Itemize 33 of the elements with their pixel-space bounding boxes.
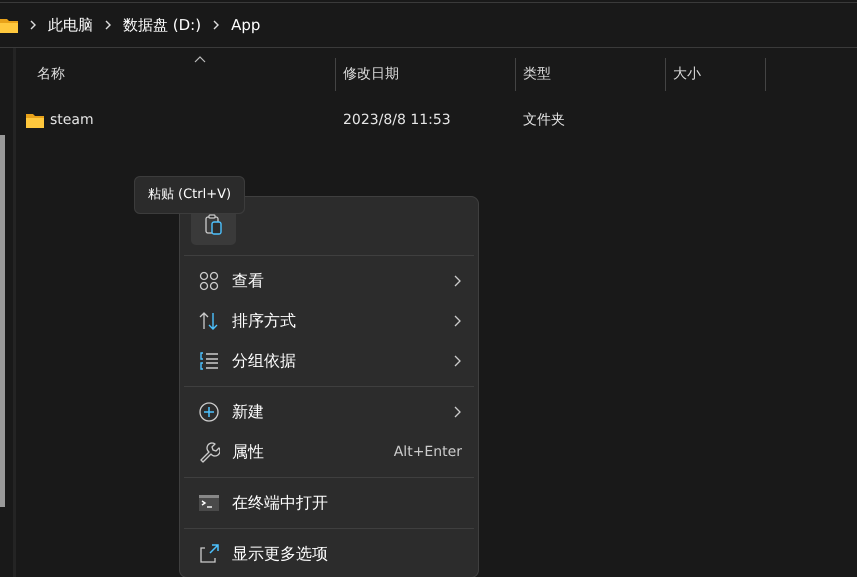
chevron-icon [28,20,38,30]
chevron-icon [211,20,222,30]
column-header[interactable]: 名称 [16,58,336,91]
shortcut-text: Alt+Enter [394,442,462,462]
menu-item[interactable]: 显示更多选项 [184,534,474,574]
breadcrumb-item[interactable]: 数据盘 (D:) [123,14,202,36]
column-header[interactable]: 修改日期 [336,58,516,91]
table-cell-text: 文件夹 [522,110,566,130]
plus-circle-icon [198,401,220,423]
tooltip: 粘贴 (Ctrl+V) [134,176,245,214]
menu-item[interactable]: 属性 Alt+Enter [184,432,474,472]
menu-item[interactable]: 新建 [184,392,474,432]
grid-icon [198,270,220,292]
table-cell-text: 2023/8/8 11:53 [342,110,452,130]
expand-icon [198,543,220,565]
menu-item[interactable]: 在终端中打开 [184,483,474,523]
breadcrumb-item[interactable]: 此电脑 [48,14,93,36]
group-list-icon [198,350,220,372]
clipboard-icon [204,214,222,234]
sort-arrows-icon [198,310,220,332]
scrollbar-thumb[interactable] [0,135,5,507]
breadcrumb-item[interactable]: App [231,14,260,36]
folder-icon [0,17,18,33]
terminal-icon [198,492,220,514]
wrench-icon [198,441,220,463]
column-header[interactable]: 大小 [666,58,766,91]
file-name[interactable]: steam [50,110,94,130]
menu-item[interactable]: 分组依据 [184,341,474,381]
column-header[interactable]: 类型 [516,58,666,91]
menu-item[interactable]: 查看 [184,261,474,301]
chevron-icon [103,20,113,30]
menu-item[interactable]: 排序方式 [184,301,474,341]
folder-icon [26,112,44,128]
